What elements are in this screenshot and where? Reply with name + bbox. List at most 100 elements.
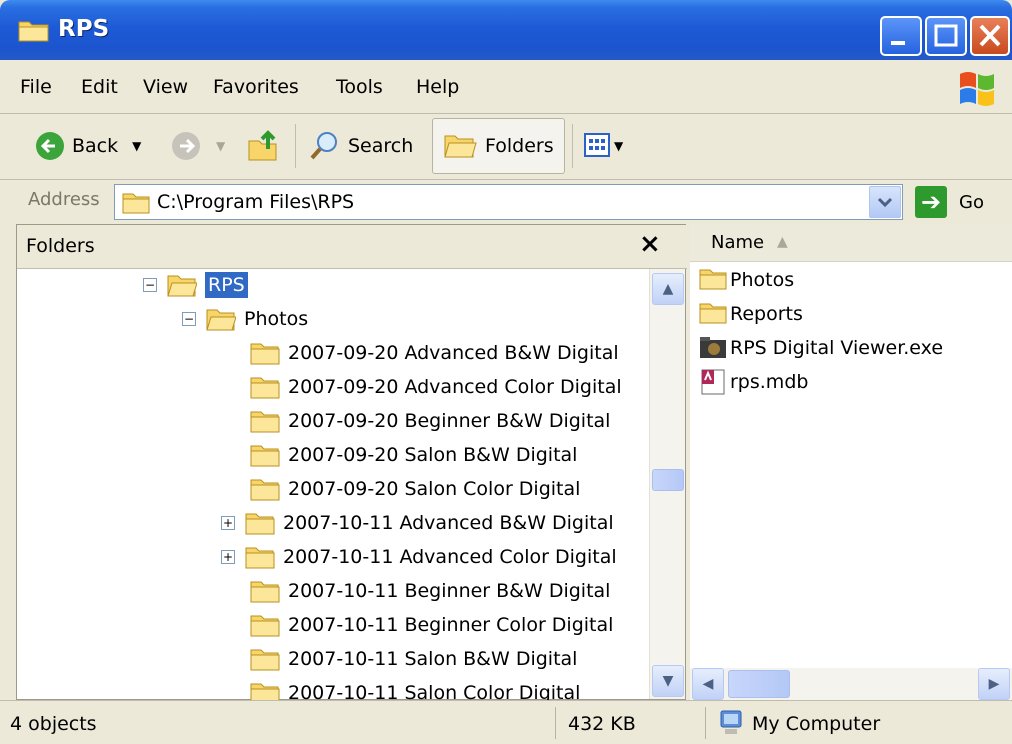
collapse-icon[interactable]: − [182, 312, 196, 326]
tree-item-label: 2007-09-20 Advanced Color Digital [288, 376, 622, 398]
folder-icon [250, 581, 280, 603]
back-button[interactable]: Back ▼ [34, 118, 141, 174]
forward-arrow-icon [172, 132, 200, 160]
exe-icon [700, 337, 726, 358]
file-list-horizontal-scrollbar[interactable]: ◀ ▶ [690, 668, 1012, 700]
file-list-pane: Name ▲ Photos Reports RPS Digital Viewer.e… [690, 224, 1012, 700]
tree-item[interactable]: +2007-10-11 Advanced Color Digital [221, 541, 617, 573]
folder-icon [250, 479, 280, 501]
tree-item-label: 2007-10-11 Salon Color Digital [288, 682, 581, 701]
folder-icon [250, 343, 280, 365]
tree-item[interactable]: 2007-09-20 Salon B&W Digital [250, 439, 577, 471]
status-size: 432 KB [568, 713, 636, 735]
folder-icon [444, 135, 477, 158]
menu-favorites[interactable]: Favorites [213, 76, 299, 98]
list-item[interactable]: RPS Digital Viewer.exe [698, 332, 943, 364]
views-button[interactable]: ▼ [584, 118, 623, 174]
my-computer-icon [720, 710, 742, 734]
search-icon [310, 132, 337, 160]
expand-icon[interactable]: + [221, 550, 235, 564]
search-label: Search [348, 135, 414, 157]
chevron-down-icon[interactable]: ▼ [132, 139, 141, 153]
folders-button[interactable]: Folders [432, 118, 565, 174]
list-item[interactable]: Reports [698, 298, 803, 330]
open-folder-icon [167, 275, 197, 297]
folders-vertical-scrollbar[interactable]: ▲ ▼ [649, 269, 685, 699]
menu-file[interactable]: File [20, 76, 52, 98]
list-item[interactable]: Photos [698, 264, 794, 296]
tree-item[interactable]: 2007-10-11 Salon Color Digital [250, 677, 580, 701]
folder-icon [250, 411, 280, 433]
scrollbar-thumb[interactable] [728, 670, 790, 698]
back-arrow-icon [36, 132, 64, 160]
folders-pane: Folders × − RPS − Photos 2007-09-20 Adva… [16, 224, 687, 701]
folder-icon [250, 445, 280, 467]
tree-item[interactable]: 2007-10-11 Beginner B&W Digital [250, 575, 610, 607]
chevron-down-icon[interactable]: ▼ [614, 139, 623, 153]
tree-item-label: 2007-10-11 Beginner B&W Digital [288, 580, 611, 602]
folders-pane-title: Folders [26, 235, 95, 257]
address-dropdown-button[interactable] [869, 186, 901, 218]
folder-icon [122, 193, 150, 214]
views-icon [584, 133, 610, 157]
scroll-right-button[interactable]: ▶ [978, 668, 1010, 700]
tree-item-label: 2007-09-20 Salon B&W Digital [288, 444, 578, 466]
folder-icon [250, 615, 280, 637]
folders-label: Folders [485, 135, 554, 157]
column-header-name[interactable]: Name ▲ [690, 224, 1012, 262]
maximize-button[interactable] [925, 16, 967, 56]
tree-item-photos[interactable]: − Photos [182, 303, 308, 335]
address-input[interactable]: C:\Program Files\RPS [114, 184, 903, 220]
tree-item[interactable]: 2007-10-11 Salon B&W Digital [250, 643, 577, 675]
window-title: RPS [58, 16, 110, 42]
collapse-icon[interactable]: − [143, 278, 157, 292]
minimize-button[interactable] [880, 16, 922, 56]
scroll-left-button[interactable]: ◀ [692, 668, 724, 700]
back-label: Back [72, 135, 119, 157]
open-folder-icon [206, 309, 236, 331]
forward-button[interactable]: ▼ [170, 118, 225, 174]
folder-icon [245, 513, 275, 535]
windows-logo-icon [960, 72, 994, 106]
expand-icon[interactable]: + [221, 516, 235, 530]
chevron-down-icon[interactable]: ▼ [216, 139, 225, 153]
list-item[interactable]: rps.mdb [698, 366, 808, 398]
close-pane-icon[interactable]: × [639, 229, 661, 259]
close-button[interactable] [970, 16, 1010, 56]
maximize-icon [934, 24, 958, 47]
address-bar: Address C:\Program Files\RPS ➔ Go [0, 181, 1012, 223]
tree-item[interactable]: +2007-10-11 Advanced B&W Digital [221, 507, 614, 539]
status-zone: My Computer [752, 713, 881, 735]
folder-icon [250, 683, 280, 701]
tree-item-label: 2007-10-11 Advanced B&W Digital [283, 512, 614, 534]
tree-item[interactable]: 2007-09-20 Advanced Color Digital [250, 371, 622, 403]
menu-view[interactable]: View [143, 76, 188, 98]
folder-icon [699, 269, 727, 290]
tree-item-rps[interactable]: − RPS [143, 269, 248, 301]
folder-icon [699, 303, 727, 324]
menu-tools[interactable]: Tools [336, 76, 383, 98]
scroll-down-button[interactable]: ▼ [652, 665, 684, 697]
menu-bar: File Edit View Favorites Tools Help [0, 62, 1012, 114]
sort-ascending-icon: ▲ [777, 234, 788, 250]
tree-item[interactable]: 2007-09-20 Salon Color Digital [250, 473, 580, 505]
menu-edit[interactable]: Edit [81, 76, 118, 98]
folder-icon [250, 649, 280, 671]
chevron-down-icon [877, 197, 893, 208]
file-name: Photos [730, 269, 795, 291]
search-button[interactable]: Search [308, 118, 413, 174]
tree-item[interactable]: 2007-09-20 Advanced B&W Digital [250, 337, 619, 369]
tree-item-label: 2007-10-11 Advanced Color Digital [283, 546, 617, 568]
go-button[interactable]: ➔ Go [915, 184, 984, 220]
scroll-up-button[interactable]: ▲ [652, 273, 684, 305]
up-folder-button[interactable] [246, 118, 280, 174]
file-name: RPS Digital Viewer.exe [730, 337, 944, 359]
folder-up-icon [248, 130, 277, 161]
menu-help[interactable]: Help [416, 76, 459, 98]
toolbar: Back ▼ ▼ Search Folders ▼ [0, 114, 1012, 180]
access-db-icon [701, 369, 725, 395]
title-bar[interactable]: RPS [0, 0, 1012, 60]
tree-item[interactable]: 2007-09-20 Beginner B&W Digital [250, 405, 610, 437]
tree-item[interactable]: 2007-10-11 Beginner Color Digital [250, 609, 613, 641]
scrollbar-thumb[interactable] [652, 469, 684, 491]
